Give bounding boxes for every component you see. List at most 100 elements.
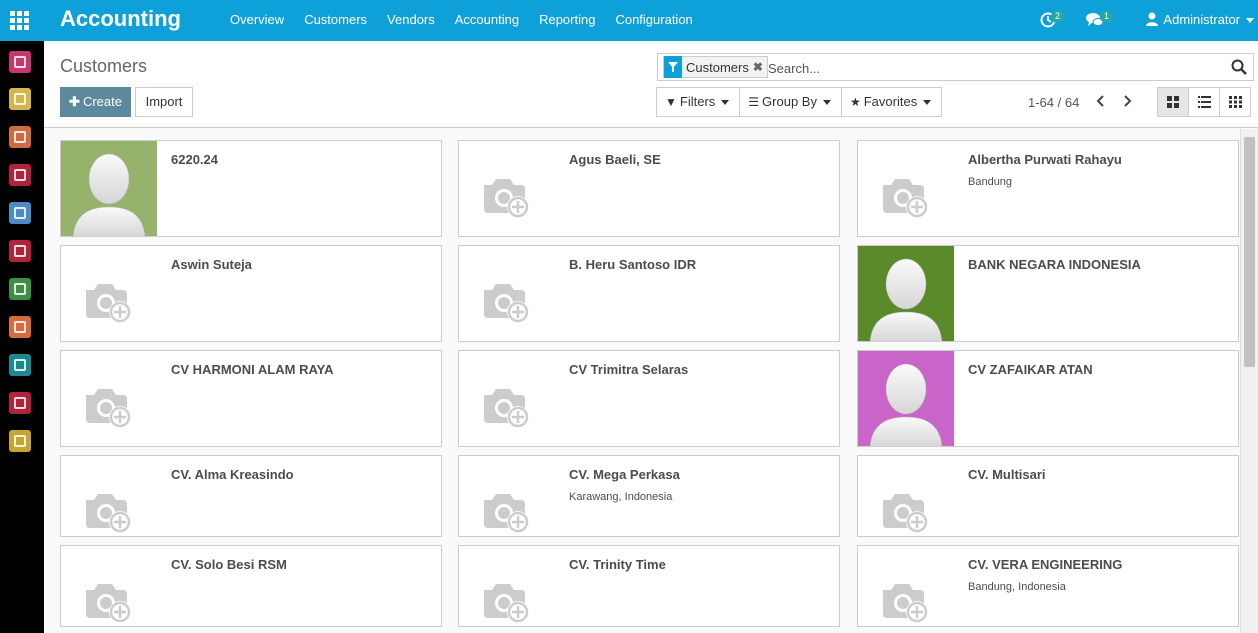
partner-card[interactable]: BANK NEGARA INDONESIA [857, 245, 1239, 342]
inventory-icon[interactable] [9, 164, 31, 186]
scrollbar[interactable] [1240, 129, 1258, 633]
create-label: Create [82, 94, 122, 109]
star-icon: ★ [849, 95, 861, 109]
partner-name: Aswin Suteja [171, 257, 252, 272]
kanban-view-button[interactable] [1157, 87, 1189, 117]
grid-view-button[interactable] [1219, 87, 1251, 117]
app-sidebar [0, 41, 44, 633]
pager-value[interactable]: 1-64 / 64 [1028, 95, 1079, 110]
kanban-icon [1167, 96, 1179, 108]
partner-avatar [858, 351, 954, 447]
list-icon [1198, 96, 1211, 108]
employees-icon[interactable] [9, 354, 31, 376]
breadcrumb: Customers [60, 56, 148, 76]
partner-card[interactable]: Aswin Suteja [60, 245, 442, 342]
user-menu[interactable]: Administrator [1146, 0, 1254, 41]
discuss-icon[interactable] [9, 51, 31, 73]
search-options: ▼ Filters ☰ Group By ★ Favorites [656, 87, 943, 117]
partner-card[interactable]: CV. Solo Besi RSM [60, 545, 442, 627]
control-panel: Customers ✚Create Import Customers ✖ ▼Fi… [44, 41, 1258, 128]
add-photo-icon [459, 546, 555, 626]
accounting-icon[interactable] [9, 202, 31, 224]
menu-vendors[interactable]: Vendors [377, 0, 445, 41]
menu-configuration[interactable]: Configuration [605, 0, 702, 41]
partner-name: CV ZAFAIKAR ATAN [968, 362, 1093, 377]
partner-card[interactable]: CV. Trinity Time [458, 545, 840, 627]
caret-down-icon [721, 100, 730, 106]
purchase-icon[interactable] [9, 240, 31, 262]
partner-name: CV. VERA ENGINEERING [968, 557, 1123, 572]
calendar-icon[interactable] [9, 88, 31, 110]
import-button[interactable]: Import [135, 87, 193, 117]
caret-down-icon [822, 100, 831, 106]
partner-name: CV. Alma Kreasindo [171, 467, 294, 482]
menu-accounting[interactable]: Accounting [445, 0, 529, 41]
tools-icon[interactable] [9, 278, 31, 300]
search-icon[interactable] [1231, 59, 1247, 75]
group-by-button[interactable]: ☰ Group By [739, 87, 842, 117]
activity-menu[interactable]: 2 [1040, 0, 1070, 41]
search-facet: Customers ✖ [663, 56, 768, 78]
add-photo-icon [459, 351, 555, 446]
kanban-view: 6220.24 Agus Baeli, SE Albertha Purwati Ra… [44, 129, 1240, 633]
partner-card[interactable]: CV. Alma Kreasindo [60, 455, 442, 537]
add-photo-icon [61, 246, 157, 341]
user-caret-icon [1246, 18, 1254, 23]
partner-card[interactable]: 6220.24 [60, 140, 442, 237]
partner-avatar [858, 246, 954, 342]
filters-button[interactable]: ▼ Filters [656, 87, 741, 117]
favorites-label: Favorites [863, 94, 918, 109]
add-photo-icon [459, 456, 555, 536]
partner-card[interactable]: CV Trimitra Selaras [458, 350, 840, 447]
menu-overview[interactable]: Overview [220, 0, 294, 41]
partner-name: CV. Trinity Time [569, 557, 666, 572]
apps-icon[interactable] [9, 392, 31, 414]
menu-reporting[interactable]: Reporting [529, 0, 605, 41]
partner-card[interactable]: CV ZAFAIKAR ATAN [857, 350, 1239, 447]
create-button[interactable]: ✚ Create [60, 87, 131, 117]
add-photo-icon [61, 456, 157, 536]
app-title: Accounting [60, 6, 181, 31]
invoicing-icon[interactable] [9, 316, 31, 338]
scrollbar-thumb[interactable] [1244, 137, 1255, 367]
menu-customers[interactable]: Customers [294, 0, 377, 41]
partner-name: 6220.24 [171, 152, 218, 167]
facet-remove-icon[interactable]: ✖ [753, 60, 767, 74]
caret-down-icon [923, 100, 932, 106]
settings-icon[interactable] [9, 430, 31, 452]
partner-card[interactable]: CV. VERA ENGINEERING Bandung, Indonesia [857, 545, 1239, 627]
partner-card[interactable]: CV HARMONI ALAM RAYA [60, 350, 442, 447]
search-input[interactable] [768, 58, 1218, 78]
partner-location: Bandung, Indonesia [968, 581, 1066, 593]
partner-name: Agus Baeli, SE [569, 152, 661, 167]
list-view-button[interactable] [1188, 87, 1220, 117]
top-navbar: Accounting Overview Customers Vendors Ac… [0, 0, 1258, 41]
filters-label: Filters [679, 94, 716, 109]
partner-name: CV. Solo Besi RSM [171, 557, 287, 572]
partner-card[interactable]: B. Heru Santoso IDR [458, 245, 840, 342]
partner-name: Albertha Purwati Rahayu [968, 152, 1122, 167]
partner-avatar [61, 141, 157, 237]
add-photo-icon [858, 456, 954, 536]
add-photo-icon [858, 546, 954, 626]
bars-icon: ☰ [748, 95, 760, 109]
facet-label: Customers [686, 59, 749, 75]
partner-card[interactable]: CV. Mega Perkasa Karawang, Indonesia [458, 455, 840, 537]
add-photo-icon [858, 141, 954, 236]
partner-card[interactable]: CV. Multisari [857, 455, 1239, 537]
partner-name: BANK NEGARA INDONESIA [968, 257, 1141, 272]
partner-location: Karawang, Indonesia [569, 491, 673, 503]
sales-chart-icon[interactable] [9, 126, 31, 148]
partner-name: CV. Mega Perkasa [569, 467, 680, 482]
pager-next-icon[interactable] [1117, 91, 1137, 111]
user-name: Administrator [1163, 12, 1240, 27]
messaging-menu[interactable]: 1 [1086, 0, 1116, 41]
apps-menu-icon[interactable] [10, 11, 30, 31]
partner-location: Bandung [968, 176, 1013, 188]
plus-icon: ✚ [69, 94, 80, 109]
favorites-button[interactable]: ★ Favorites [840, 87, 943, 117]
pager-previous-icon[interactable] [1091, 91, 1111, 111]
partner-card[interactable]: Agus Baeli, SE [458, 140, 840, 237]
partner-card[interactable]: Albertha Purwati Rahayu Bandung [857, 140, 1239, 237]
partner-name: B. Heru Santoso IDR [569, 257, 697, 272]
